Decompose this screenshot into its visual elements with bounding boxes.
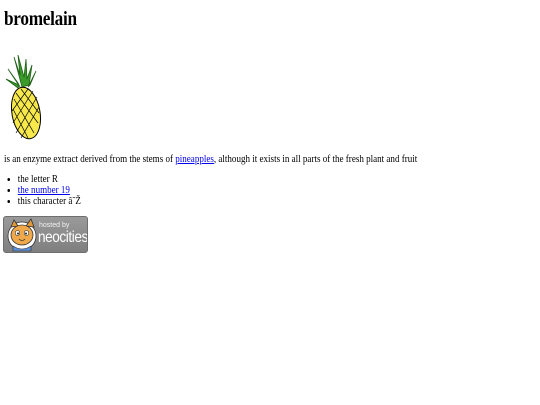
- description-text-before: is an enzyme extract derived from the st…: [4, 154, 176, 165]
- page: bromelain is an enzyme extract derived f…: [0, 0, 540, 405]
- description-text-after: , although it exists in all parts of the…: [213, 154, 418, 165]
- list-item-character: this character â˜Ž: [17, 195, 81, 208]
- fact-letter: the letter R: [17, 174, 58, 185]
- number-link[interactable]: the number 19: [18, 185, 70, 196]
- pineapple-icon: [5, 55, 42, 140]
- badge-hosted-by: hosted by: [39, 222, 70, 229]
- badge-brand: neocities: [38, 229, 88, 246]
- neocities-cat-icon: [7, 218, 37, 252]
- fact-character: this character â˜Ž: [17, 195, 81, 207]
- description: is an enzyme extract derived from the st…: [4, 154, 417, 165]
- neocities-badge[interactable]: hosted by neocities: [3, 216, 88, 253]
- pineapples-link[interactable]: pineapples: [175, 154, 214, 165]
- facts-list: the letter R the number 19 this characte…: [4, 174, 81, 208]
- page-title: bromelain: [4, 8, 77, 30]
